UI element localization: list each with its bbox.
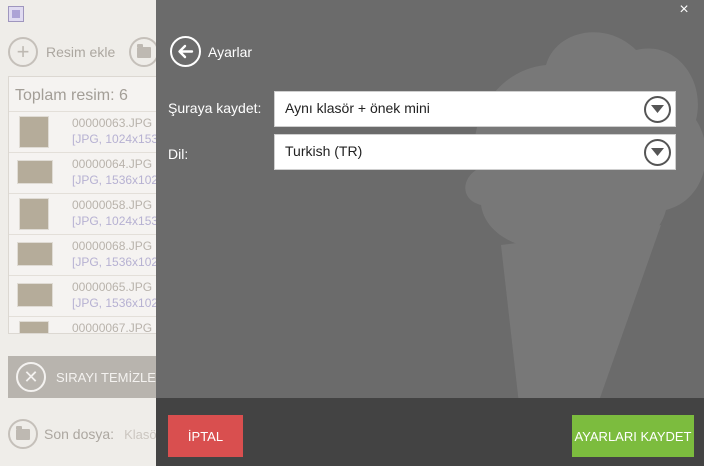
page-title: Ayarlar — [208, 44, 253, 60]
language-label: Dil: — [168, 146, 189, 162]
chevron-down-icon[interactable] — [644, 96, 671, 123]
save-to-value: Aynı klasör + önek mini — [285, 100, 430, 116]
close-icon[interactable]: × — [676, 2, 692, 18]
settings-panel: × Ayarlar Şuraya kaydet: Aynı klasör + ö… — [156, 0, 704, 466]
language-select[interactable]: Turkish (TR) — [274, 134, 676, 170]
settings-footer: İPTAL AYARLARI KAYDET — [156, 398, 704, 466]
cancel-button[interactable]: İPTAL — [168, 415, 243, 457]
back-button[interactable] — [170, 36, 201, 67]
save-settings-button[interactable]: AYARLARI KAYDET — [572, 415, 694, 457]
save-to-select[interactable]: Aynı klasör + önek mini — [274, 91, 676, 127]
background-dim — [0, 0, 156, 466]
language-value: Turkish (TR) — [285, 143, 363, 159]
chevron-down-icon[interactable] — [644, 139, 671, 166]
save-to-label: Şuraya kaydet: — [168, 100, 262, 116]
arrow-left-icon — [178, 44, 194, 59]
